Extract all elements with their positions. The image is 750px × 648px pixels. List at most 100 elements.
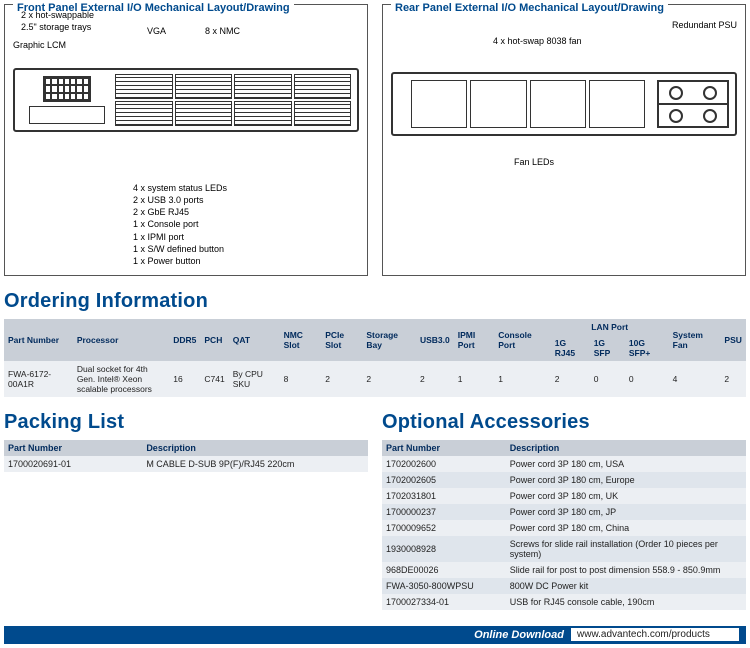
callout-item: 1 x S/W defined button [133, 243, 359, 255]
th-storage: Storage Bay [362, 319, 416, 361]
callout-item: 1 x IPMI port [133, 231, 359, 243]
packing-table: Part Number Description 1700020691-01M C… [4, 440, 368, 472]
th-desc: Description [506, 440, 746, 456]
download-bar: Online Download www.advantech.com/produc… [4, 626, 746, 644]
td-desc: 800W DC Power kit [506, 578, 746, 594]
table-row: 1702002605Power cord 3P 180 cm, Europe [382, 472, 746, 488]
ordering-heading: Ordering Information [4, 290, 746, 313]
td-pn: 1702031801 [382, 488, 506, 504]
rear-panel-title: Rear Panel External I/O Mechanical Layou… [391, 2, 668, 14]
packing-heading: Packing List [4, 411, 368, 434]
callout-nmc: 8 x NMC [205, 25, 240, 37]
table-row: 968DE00026Slide rail for post to post di… [382, 562, 746, 578]
th-pch: PCH [200, 319, 228, 361]
table-row: 1702031801Power cord 3P 180 cm, UK [382, 488, 746, 504]
th-usb: USB3.0 [416, 319, 454, 361]
callout-item: 1 x Console port [133, 218, 359, 230]
callout-fan-leds: Fan LEDs [391, 156, 677, 168]
td-pn: 968DE00026 [382, 562, 506, 578]
callout-vga: VGA [147, 25, 166, 37]
td-desc: Screws for slide rail installation (Orde… [506, 536, 746, 562]
table-row: 1702002600Power cord 3P 180 cm, USA [382, 456, 746, 472]
th-ipmi: IPMI Port [454, 319, 494, 361]
callout-item: 2 x GbE RJ45 [133, 206, 359, 218]
th-psu: PSU [720, 319, 746, 361]
td-desc: M CABLE D-SUB 9P(F)/RJ45 220cm [142, 456, 368, 472]
th-lan-sfp: 1G SFP [590, 335, 625, 361]
callout-item: 4 x system status LEDs [133, 182, 359, 194]
callout-lcm: Graphic LCM [13, 39, 66, 51]
td-desc: Power cord 3P 180 cm, JP [506, 504, 746, 520]
chassis-rear-graphic [391, 72, 737, 136]
td-pn: 1700009652 [382, 520, 506, 536]
td-lan-sfp: 0 [590, 361, 625, 397]
th-nmc: NMC Slot [280, 319, 322, 361]
th-pn: Part Number [4, 319, 73, 361]
ordering-table: Part Number Processor DDR5 PCH QAT NMC S… [4, 319, 746, 397]
td-pn: FWA-3050-800WPSU [382, 578, 506, 594]
download-url[interactable]: www.advantech.com/products [570, 627, 740, 642]
th-console: Console Port [494, 319, 551, 361]
td-usb: 2 [416, 361, 454, 397]
psu-icon [657, 80, 729, 128]
td-lan-sfpp: 0 [625, 361, 669, 397]
td-desc: Power cord 3P 180 cm, UK [506, 488, 746, 504]
td-desc: Power cord 3P 180 cm, USA [506, 456, 746, 472]
td-pn: 1702002605 [382, 472, 506, 488]
td-pn: 1700020691-01 [4, 456, 142, 472]
accessories-table: Part Number Description 1702002600Power … [382, 440, 746, 610]
lcm-icon [43, 76, 91, 102]
accessories-heading: Optional Accessories [382, 411, 746, 434]
table-row: FWA-6172-00A1R Dual socket for 4th Gen. … [4, 361, 746, 397]
table-row: 1930008928Screws for slide rail installa… [382, 536, 746, 562]
front-panel-diagram: Front Panel External I/O Mechanical Layo… [4, 4, 368, 276]
td-desc: Power cord 3P 180 cm, Europe [506, 472, 746, 488]
th-sysfan: System Fan [669, 319, 721, 361]
th-pcie: PCIe Slot [321, 319, 362, 361]
nmc-bays-icon [115, 74, 351, 126]
front-callout-list: 4 x system status LEDs 2 x USB 3.0 ports… [133, 182, 359, 267]
td-ddr5: 16 [169, 361, 200, 397]
callout-fan: 4 x hot-swap 8038 fan [493, 35, 582, 47]
callout-psu: Redundant PSU [672, 19, 737, 31]
td-desc: USB for RJ45 console cable, 190cm [506, 594, 746, 610]
td-qat: By CPU SKU [229, 361, 280, 397]
table-row: 1700020691-01M CABLE D-SUB 9P(F)/RJ45 22… [4, 456, 368, 472]
td-pn: 1702002600 [382, 456, 506, 472]
td-storage: 2 [362, 361, 416, 397]
download-label: Online Download [474, 629, 564, 641]
table-row: 1700000237Power cord 3P 180 cm, JP [382, 504, 746, 520]
callout-item: 1 x Power button [133, 255, 359, 267]
td-pcie: 2 [321, 361, 362, 397]
fans-icon [411, 80, 645, 128]
th-proc: Processor [73, 319, 169, 361]
td-lan-rj45: 2 [551, 361, 590, 397]
table-row: 1700009652Power cord 3P 180 cm, China [382, 520, 746, 536]
td-nmc: 8 [280, 361, 322, 397]
td-ipmi: 1 [454, 361, 494, 397]
td-psu: 2 [720, 361, 746, 397]
td-desc: Power cord 3P 180 cm, China [506, 520, 746, 536]
td-pn: 1700000237 [382, 504, 506, 520]
table-row: FWA-3050-800WPSU800W DC Power kit [382, 578, 746, 594]
callout-item: 2 x USB 3.0 ports [133, 194, 359, 206]
th-lan-rj45: 1G RJ45 [551, 335, 590, 361]
td-pn: 1700027334-01 [382, 594, 506, 610]
td-console: 1 [494, 361, 551, 397]
td-pch: C741 [200, 361, 228, 397]
th-qat: QAT [229, 319, 280, 361]
th-lan-sfpp: 10G SFP+ [625, 335, 669, 361]
td-pn: FWA-6172-00A1R [4, 361, 73, 397]
chassis-front-graphic [13, 68, 359, 132]
front-io-icon [29, 106, 105, 124]
th-lan-group: LAN Port [551, 319, 669, 335]
callout-storage-trays: 2 x hot-swappable 2.5" storage trays [21, 9, 94, 33]
th-ddr5: DDR5 [169, 319, 200, 361]
th-desc: Description [142, 440, 368, 456]
td-desc: Slide rail for post to post dimension 55… [506, 562, 746, 578]
rear-panel-diagram: Rear Panel External I/O Mechanical Layou… [382, 4, 746, 276]
td-proc: Dual socket for 4th Gen. Intel® Xeon sca… [73, 361, 169, 397]
th-pn: Part Number [4, 440, 142, 456]
table-row: 1700027334-01USB for RJ45 console cable,… [382, 594, 746, 610]
td-sysfan: 4 [669, 361, 721, 397]
